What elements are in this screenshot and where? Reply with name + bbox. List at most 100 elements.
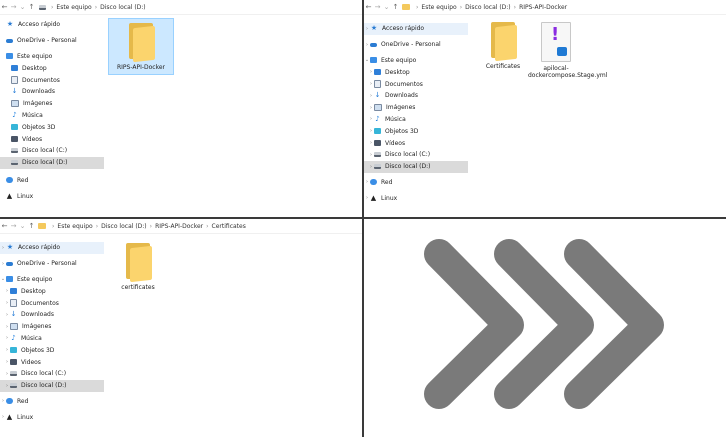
path-separator-icon: › — [206, 222, 209, 230]
computer-icon — [6, 53, 13, 60]
tree-item-desktop[interactable]: Desktop — [0, 62, 104, 74]
tree-item-imagenes[interactable]: › Imágenes — [0, 321, 104, 333]
computer-icon — [6, 276, 13, 283]
tree-item-disco-c[interactable]: Disco local (C:) — [0, 145, 104, 157]
tree-item-este-equipo[interactable]: Este equipo — [0, 51, 104, 63]
breadcrumb-rips-api-docker[interactable]: RIPS-API-Docker — [519, 4, 567, 11]
tree-item-acceso-rapido[interactable]: › ★ Acceso rápido — [0, 242, 104, 254]
folder-icon — [125, 23, 157, 63]
tree-item-acceso-rapido[interactable]: › ★ Acceso rápido — [364, 23, 468, 35]
tree-item-disco-c[interactable]: › Disco local (C:) — [0, 368, 104, 380]
drive-icon — [11, 148, 18, 154]
tree-item-objetos-3d[interactable]: › Objetos 3D — [364, 125, 468, 137]
tree-item-disco-d[interactable]: › Disco local (D:) — [364, 160, 468, 173]
tree-item-desktop[interactable]: › Desktop — [364, 66, 468, 78]
explorer-pane-disk-d: ← → ⌄ ↑ › Este equipo › Disco local (D:)… — [0, 0, 362, 217]
tree-item-videos[interactable]: › Vídeos — [364, 137, 468, 149]
tree-item-disco-c[interactable]: › Disco local (C:) — [364, 149, 468, 161]
tree-item-musica[interactable]: › ♪ Música — [364, 114, 468, 126]
tree-item-documentos[interactable]: › Documentos — [364, 78, 468, 90]
star-icon: ★ — [6, 243, 14, 252]
breadcrumb-certificates[interactable]: Certificates — [212, 223, 246, 230]
breadcrumb-disco-d[interactable]: Disco local (D:) — [101, 223, 147, 230]
tree-item-imagenes[interactable]: Imágenes — [0, 98, 104, 110]
back-arrow-icon[interactable]: ← — [364, 0, 373, 14]
file-apilocal-dockercompose-stage-yml[interactable]: ! apilocal-dockercompose.Stage.yml — [526, 18, 607, 82]
tree-item-red[interactable]: Red — [0, 175, 104, 187]
chevron-right-icon — [424, 239, 524, 409]
tree-item-linux[interactable]: › ▲ Linux — [0, 411, 104, 423]
tree-item-onedrive[interactable]: › OneDrive - Personal — [364, 39, 468, 51]
up-arrow-icon[interactable]: ↑ — [27, 219, 36, 233]
tree-item-desktop[interactable]: › Desktop — [0, 285, 104, 297]
tree-item-musica[interactable]: ♪ Música — [0, 110, 104, 122]
tree-item-downloads[interactable]: › ↓ Downloads — [0, 309, 104, 321]
breadcrumb-rips-api-docker[interactable]: RIPS-API-Docker — [155, 223, 203, 230]
address-bar[interactable]: ← → ⌄ ↑ › Este equipo › Disco local (D:) — [0, 0, 362, 15]
tree-item-objetos-3d[interactable]: Objetos 3D — [0, 121, 104, 133]
tree-item-linux[interactable]: ▲ Linux — [0, 190, 104, 202]
forward-arrow-icon[interactable]: → — [373, 0, 382, 14]
breadcrumb-disco-d[interactable]: Disco local (D:) — [100, 4, 146, 11]
image-icon — [10, 323, 18, 331]
folder-certificates[interactable]: certificates — [106, 239, 170, 294]
back-arrow-icon[interactable]: ← — [0, 219, 9, 233]
path-separator-icon: › — [149, 222, 153, 230]
address-bar[interactable]: ← → ⌄ ↑ › Este equipo › Disco local (D:)… — [0, 219, 362, 234]
drive-icon — [10, 383, 17, 389]
address-bar[interactable]: ← → ⌄ ↑ › Este equipo › Disco local (D:)… — [364, 0, 726, 15]
tree-item-disco-d[interactable]: › Disco local (D:) — [0, 379, 104, 392]
history-chevron-icon[interactable]: ⌄ — [18, 0, 27, 14]
forward-arrow-icon[interactable]: → — [9, 219, 18, 233]
network-icon — [6, 177, 13, 184]
navigation-tree: › ★ Acceso rápido › OneDrive - Personal ⌄ Es… — [364, 16, 468, 204]
history-chevron-icon[interactable]: ⌄ — [382, 0, 391, 14]
tree-item-documentos[interactable]: Documentos — [0, 74, 104, 86]
tree-item-downloads[interactable]: ↓ Downloads — [0, 86, 104, 98]
yml-file-icon: ! — [541, 22, 571, 62]
desktop-icon — [11, 65, 18, 72]
file-list: Certificates ! apilocal-dockercompose.St… — [470, 16, 726, 217]
tree-item-downloads[interactable]: › ↓ Downloads — [364, 90, 468, 102]
cloud-icon — [6, 38, 13, 43]
tree-item-documentos[interactable]: › Documentos — [0, 297, 104, 309]
tree-item-onedrive[interactable]: OneDrive - Personal — [0, 35, 104, 47]
tree-item-este-equipo[interactable]: ⌄ Este equipo — [0, 274, 104, 286]
tree-item-objetos-3d[interactable]: › Objetos 3D — [0, 344, 104, 356]
history-chevron-icon[interactable]: ⌄ — [18, 219, 27, 233]
tree-item-onedrive[interactable]: › OneDrive - Personal — [0, 258, 104, 270]
music-icon: ♪ — [375, 114, 380, 123]
document-icon — [10, 299, 17, 308]
tree-item-linux[interactable]: › ▲ Linux — [364, 192, 468, 204]
music-icon: ♪ — [12, 110, 17, 119]
folder-icon — [402, 4, 410, 10]
up-arrow-icon[interactable]: ↑ — [391, 0, 400, 14]
forward-arrows-graphic — [364, 219, 726, 437]
star-icon: ★ — [6, 20, 14, 29]
tree-item-red[interactable]: › Red — [0, 396, 104, 408]
path-separator-icon: › — [51, 3, 54, 11]
tree-item-imagenes[interactable]: › Imágenes — [364, 102, 468, 114]
breadcrumb-este-equipo[interactable]: Este equipo — [56, 4, 91, 11]
path-separator-icon: › — [95, 222, 99, 230]
tree-item-este-equipo[interactable]: ⌄ Este equipo — [364, 55, 468, 67]
tree-item-musica[interactable]: › ♪ Música — [0, 333, 104, 345]
tree-item-videos[interactable]: Vídeos — [0, 133, 104, 145]
document-icon — [11, 76, 18, 85]
linux-icon: ▲ — [370, 193, 377, 202]
breadcrumb-este-equipo[interactable]: Este equipo — [421, 4, 456, 11]
back-arrow-icon[interactable]: ← — [0, 0, 9, 14]
tree-item-acceso-rapido[interactable]: ★ Acceso rápido — [0, 19, 104, 31]
breadcrumb-disco-d[interactable]: Disco local (D:) — [465, 4, 511, 11]
tree-item-disco-d[interactable]: Disco local (D:) — [0, 156, 104, 169]
tree-item-red[interactable]: › Red — [364, 177, 468, 189]
forward-arrow-icon[interactable]: → — [9, 0, 18, 14]
tree-item-videos[interactable]: › Videos — [0, 356, 104, 368]
music-icon: ♪ — [11, 333, 16, 342]
navigation-tree: › ★ Acceso rápido › OneDrive - Personal ⌄ Es… — [0, 235, 104, 423]
film-icon — [374, 140, 381, 147]
star-icon: ★ — [370, 24, 378, 33]
breadcrumb-este-equipo[interactable]: Este equipo — [57, 223, 92, 230]
folder-rips-api-docker[interactable]: RIPS-API-Docker — [108, 18, 174, 75]
up-arrow-icon[interactable]: ↑ — [27, 0, 36, 14]
